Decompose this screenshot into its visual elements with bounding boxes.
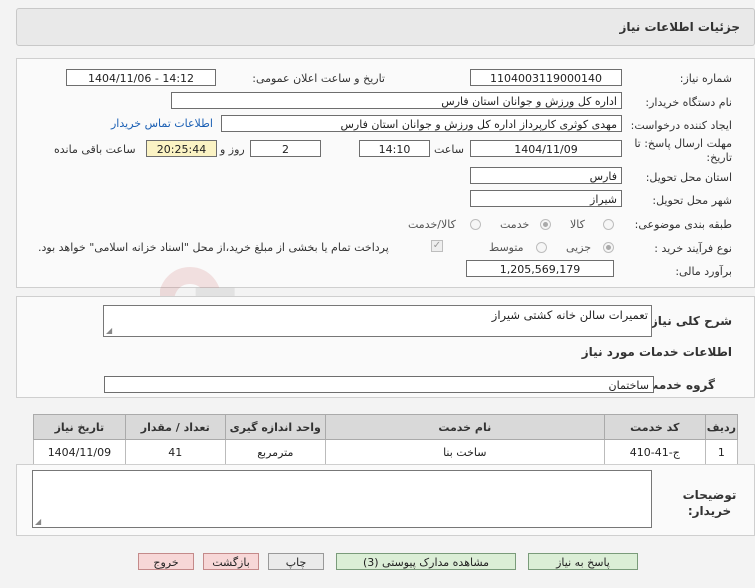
attachments-button[interactable]: مشاهده مدارک پیوستی (3) <box>336 553 516 570</box>
category-option-goods-service: کالا/خدمت <box>408 218 456 231</box>
deadline-date-field: 1404/11/09 <box>470 140 622 157</box>
process-radio-minor[interactable] <box>603 242 614 253</box>
cell-service-name: ساخت بنا <box>324 439 605 465</box>
cell-row-number: 1 <box>704 439 739 465</box>
back-button[interactable]: بازگشت <box>203 553 259 570</box>
buyer-org-field: اداره کل ورزش و جوانان استان فارس <box>171 92 622 109</box>
creator-field: مهدی کوثری کارپرداز اداره کل ورزش و جوان… <box>221 115 622 132</box>
city-field: شیراز <box>470 190 622 207</box>
services-table: ردیف کد خدمت نام خدمت واحد اندازه گیری ت… <box>33 414 739 465</box>
treasury-checkbox[interactable]: ✓ <box>431 240 443 252</box>
category-radio-goods[interactable] <box>603 219 614 230</box>
description-text: تعمیرات سالن خانه کشتی شیراز <box>491 308 648 322</box>
buyer-org-label: نام دستگاه خریدار: <box>645 96 732 109</box>
payment-note: پرداخت تمام یا بخشی از مبلغ خرید،از محل … <box>38 241 389 254</box>
services-section-title: اطلاعات خدمات مورد نیاز <box>581 345 732 359</box>
resize-grip-icon[interactable]: ◢ <box>106 326 112 335</box>
deadline-label: مهلت ارسال پاسخ: تا تاریخ: <box>634 137 732 164</box>
resize-grip-icon[interactable]: ◢ <box>35 517 41 526</box>
estimate-label: برآورد مالی: <box>675 265 732 278</box>
need-number-field: 1104003119000140 <box>470 69 622 86</box>
province-field: فارس <box>470 167 622 184</box>
exit-button[interactable]: خروج <box>138 553 194 570</box>
remaining-label: ساعت باقی مانده <box>54 143 136 156</box>
col-header-need-date: تاریخ نیاز <box>33 414 126 440</box>
category-radio-service[interactable] <box>540 219 551 230</box>
cell-quantity: 41 <box>124 439 226 465</box>
need-number-label: شماره نیاز: <box>679 72 732 85</box>
announce-label: تاریخ و ساعت اعلان عمومی: <box>252 72 385 85</box>
category-option-goods: کالا <box>570 218 585 231</box>
table-row[interactable]: 1 ج-41-410 ساخت بنا مترمربع 41 1404/11/0… <box>33 439 739 465</box>
cell-service-code: ج-41-410 <box>603 439 706 465</box>
category-label: طبقه بندی موضوعی: <box>634 218 732 231</box>
col-header-quantity: تعداد / مقدار <box>124 414 226 440</box>
page-title: جزئیات اطلاعات نیاز <box>619 20 740 34</box>
col-header-service-name: نام خدمت <box>324 414 605 440</box>
category-radio-goods-service[interactable] <box>470 219 481 230</box>
process-radio-medium[interactable] <box>536 242 547 253</box>
reply-button[interactable]: پاسخ به نیاز <box>528 553 638 570</box>
process-option-medium: متوسط <box>489 241 524 254</box>
category-option-service: خدمت <box>500 218 530 231</box>
cell-unit: مترمربع <box>224 439 326 465</box>
province-label: استان محل تحویل: <box>645 171 732 184</box>
description-field: تعمیرات سالن خانه کشتی شیراز ◢ <box>103 305 652 337</box>
contact-buyer-link[interactable]: اطلاعات تماس خریدار <box>111 117 213 130</box>
description-label: شرح کلی نیاز: <box>646 314 732 328</box>
announce-field: 1404/11/06 - 14:12 <box>66 69 216 86</box>
buyer-notes-label: توضیحات خریدار: <box>682 488 737 518</box>
cell-need-date: 1404/11/09 <box>33 439 126 465</box>
remaining-time-field: 20:25:44 <box>146 140 217 157</box>
days-label: روز و <box>220 143 245 156</box>
days-field: 2 <box>250 140 321 157</box>
header-bar: جزئیات اطلاعات نیاز <box>16 8 755 46</box>
deadline-time-field: 14:10 <box>359 140 430 157</box>
time-label: ساعت <box>434 143 464 156</box>
process-option-minor: جزیی <box>566 241 592 254</box>
buyer-notes-field[interactable]: ◢ <box>32 470 652 528</box>
col-header-row-number: ردیف <box>704 414 739 440</box>
table-header-row: ردیف کد خدمت نام خدمت واحد اندازه گیری ت… <box>33 414 739 440</box>
service-group-field: ساختمان <box>104 376 654 393</box>
print-button[interactable]: چاپ <box>268 553 324 570</box>
page: { "header": { "title": "جزئیات اطلاعات ن… <box>0 0 755 588</box>
col-header-service-code: کد خدمت <box>603 414 706 440</box>
col-header-unit: واحد اندازه گیری <box>224 414 326 440</box>
city-label: شهر محل تحویل: <box>652 194 732 207</box>
process-label: نوع فرآیند خرید : <box>654 242 732 255</box>
creator-label: ایجاد کننده درخواست: <box>630 119 732 132</box>
